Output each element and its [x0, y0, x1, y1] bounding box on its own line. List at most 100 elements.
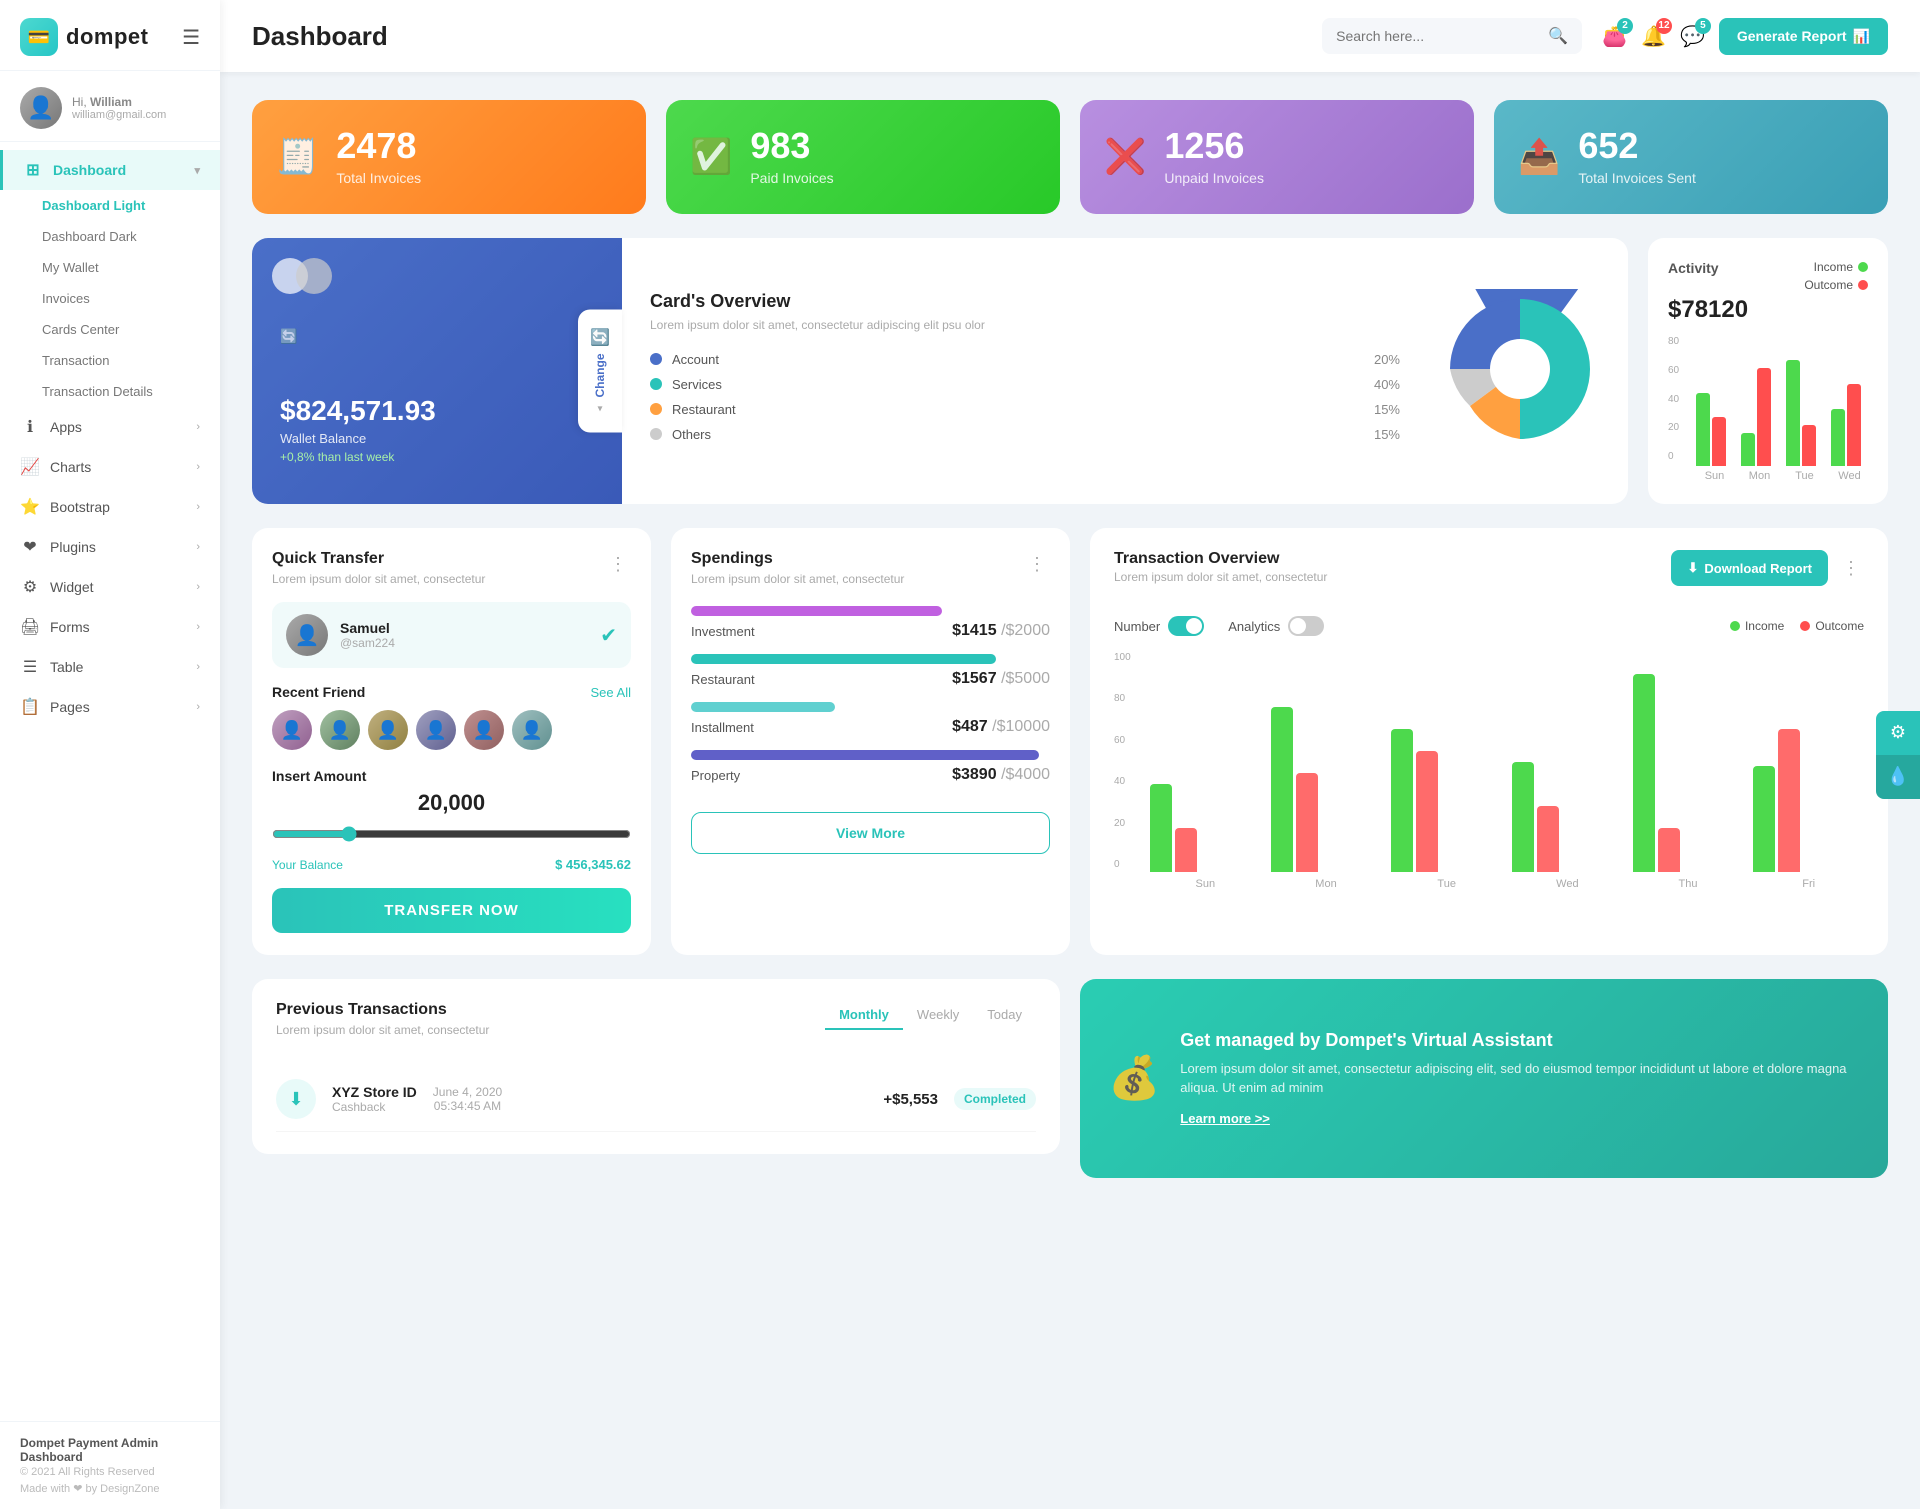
- spendings-title: Spendings: [691, 550, 904, 568]
- sidebar-item-forms[interactable]: 🖨 Forms ›: [0, 607, 220, 647]
- chevron-right-icon: ›: [196, 621, 200, 633]
- sidebar-sub-dashboard-dark[interactable]: Dashboard Dark: [0, 221, 220, 252]
- x-thu: Thu: [1633, 878, 1744, 890]
- search-icon: 🔍: [1548, 26, 1568, 46]
- friend-avatar-1[interactable]: 👤: [272, 710, 312, 750]
- x-label-mon: Mon: [1741, 470, 1778, 482]
- sidebar-item-table[interactable]: ☰ Table ›: [0, 647, 220, 687]
- amount-slider[interactable]: [272, 826, 631, 842]
- toggle-analytics: Analytics: [1228, 616, 1324, 636]
- total-invoices-icon: 🧾: [276, 137, 318, 177]
- analytics-toggle[interactable]: [1288, 616, 1324, 636]
- sidebar-item-label: Plugins: [50, 539, 96, 555]
- card-circles: [272, 258, 332, 294]
- bell-icon-badge[interactable]: 🔔 12: [1641, 24, 1666, 49]
- sidebar-sub-invoices[interactable]: Invoices: [0, 283, 220, 314]
- friend-avatar-6[interactable]: 👤: [512, 710, 552, 750]
- tab-weekly[interactable]: Weekly: [903, 1001, 973, 1030]
- search-input[interactable]: [1336, 28, 1540, 44]
- user-info: Hi, William william@gmail.com: [72, 95, 166, 121]
- x-tue: Tue: [1391, 878, 1502, 890]
- quick-transfer-menu[interactable]: ⋮: [605, 550, 631, 579]
- spendings-card: Spendings Lorem ipsum dolor sit amet, co…: [671, 528, 1070, 955]
- friend-avatar-3[interactable]: 👤: [368, 710, 408, 750]
- pages-icon: 📋: [20, 697, 40, 717]
- wed-outcome-bar: [1537, 806, 1559, 872]
- floating-buttons: ⚙ 💧: [1876, 711, 1920, 799]
- number-label: Number: [1114, 619, 1160, 634]
- chevron-down-icon: ▾: [194, 164, 200, 177]
- chevron-right-icon: ›: [196, 541, 200, 553]
- wallet-icon-badge[interactable]: 👛 2: [1602, 24, 1627, 49]
- investment-amounts: $1415 /$2000: [952, 622, 1050, 640]
- float-water-button[interactable]: 💧: [1876, 755, 1920, 799]
- spendings-menu[interactable]: ⋮: [1024, 550, 1050, 579]
- wed-income-bar: [1512, 762, 1534, 872]
- friend-avatar-4[interactable]: 👤: [416, 710, 456, 750]
- friend-avatar-5[interactable]: 👤: [464, 710, 504, 750]
- sidebar-item-plugins[interactable]: ❤ Plugins ›: [0, 527, 220, 567]
- card-overview-title: Card's Overview: [650, 291, 1400, 312]
- hamburger-icon[interactable]: ☰: [182, 25, 200, 50]
- y-axis: 80 60 40 20 0: [1668, 336, 1679, 462]
- sidebar-sub-dashboard-light[interactable]: Dashboard Light: [0, 190, 220, 221]
- wallet-change-button[interactable]: 🔄 Change ▾: [578, 309, 622, 432]
- txn-bar-mon: [1271, 707, 1382, 872]
- page-title: Dashboard: [252, 21, 1302, 52]
- sidebar-item-charts[interactable]: 📈 Charts ›: [0, 447, 220, 487]
- sidebar-item-apps[interactable]: ℹ Apps ›: [0, 407, 220, 447]
- pie-legend: Account 20% Services 40% Restaurant: [650, 352, 1400, 442]
- sidebar-sub-my-wallet[interactable]: My Wallet: [0, 252, 220, 283]
- activity-chart: 80 60 40 20 0: [1668, 336, 1868, 482]
- sent-invoices-label: Total Invoices Sent: [1578, 170, 1696, 186]
- sidebar-item-widget[interactable]: ⚙ Widget ›: [0, 567, 220, 607]
- sidebar-footer: Dompet Payment Admin Dashboard © 2021 Al…: [0, 1421, 220, 1509]
- activity-card: Activity Income Outcome $78120: [1648, 238, 1888, 504]
- float-settings-button[interactable]: ⚙: [1876, 711, 1920, 755]
- sidebar-sub-transaction-details[interactable]: Transaction Details: [0, 376, 220, 407]
- sidebar-item-label: Pages: [50, 699, 90, 715]
- chat-icon-badge[interactable]: 💬 5: [1680, 24, 1705, 49]
- transfer-now-button[interactable]: TRANSFER NOW: [272, 888, 631, 933]
- download-report-button[interactable]: ⬇ Download Report: [1671, 550, 1828, 586]
- txn-bar-chart: 100 80 60 40 20 0: [1114, 652, 1864, 890]
- sent-invoices-icon: 📤: [1518, 137, 1560, 177]
- bootstrap-icon: ⭐: [20, 497, 40, 517]
- chevron-right-icon: ›: [196, 501, 200, 513]
- user-email: william@gmail.com: [72, 109, 166, 121]
- bar-wed-outcome: [1847, 384, 1861, 466]
- property-bar: [691, 750, 1039, 760]
- legend-item-services: Services 40%: [650, 377, 1400, 392]
- restaurant-label: Restaurant: [672, 402, 736, 417]
- search-bar[interactable]: 🔍: [1322, 18, 1582, 54]
- sidebar-item-dashboard[interactable]: ⊞ Dashboard ▾: [0, 150, 220, 190]
- content-area: 🧾 2478 Total Invoices ✅ 983 Paid Invoice…: [220, 72, 1920, 1509]
- stat-card-sent-invoices: 📤 652 Total Invoices Sent: [1494, 100, 1888, 214]
- see-all-link[interactable]: See All: [591, 685, 631, 700]
- friend-avatar-2[interactable]: 👤: [320, 710, 360, 750]
- tab-today[interactable]: Today: [973, 1001, 1036, 1030]
- sidebar-item-pages[interactable]: 📋 Pages ›: [0, 687, 220, 727]
- generate-report-button[interactable]: Generate Report 📊: [1719, 18, 1888, 55]
- number-toggle[interactable]: [1168, 616, 1204, 636]
- sidebar-sub-transaction[interactable]: Transaction: [0, 345, 220, 376]
- stat-card-total-invoices: 🧾 2478 Total Invoices: [252, 100, 646, 214]
- txn-bar-tue: [1391, 729, 1502, 872]
- bar-sun: [1696, 393, 1733, 466]
- x-label-sun: Sun: [1696, 470, 1733, 482]
- view-more-button[interactable]: View More: [691, 812, 1050, 854]
- tab-monthly[interactable]: Monthly: [825, 1001, 903, 1030]
- va-learn-more-link[interactable]: Learn more >>: [1180, 1111, 1270, 1126]
- lower-row: Previous Transactions Lorem ipsum dolor …: [252, 979, 1888, 1178]
- spending-investment: Investment $1415 /$2000: [691, 606, 1050, 640]
- generate-report-label: Generate Report: [1737, 28, 1847, 44]
- bar-mon: [1741, 368, 1778, 466]
- txn-overview-menu[interactable]: ⋮: [1838, 554, 1864, 583]
- fri-income-bar: [1753, 766, 1775, 872]
- sidebar-item-label: Apps: [50, 419, 82, 435]
- sidebar-item-label: Forms: [50, 619, 90, 635]
- sidebar-item-bootstrap[interactable]: ⭐ Bootstrap ›: [0, 487, 220, 527]
- sidebar-item-label: Bootstrap: [50, 499, 110, 515]
- chevron-right-icon: ›: [196, 581, 200, 593]
- sidebar-sub-cards-center[interactable]: Cards Center: [0, 314, 220, 345]
